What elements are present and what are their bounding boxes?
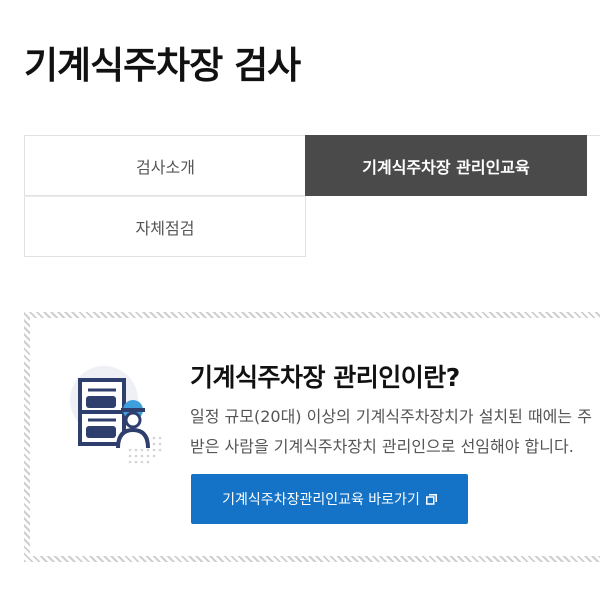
tab-self-inspection[interactable]: 자체점검 <box>24 196 306 257</box>
tab-label: 자체점검 <box>135 218 195 238</box>
manager-education-link-button[interactable]: 기계식주차장관리인교육 바로가기 <box>191 474 468 524</box>
tab-label: 검사소개 <box>136 157 195 177</box>
tab-manager-education[interactable]: 기계식주차장 관리인교육 <box>305 135 587 196</box>
parking-attendant-illustration <box>70 366 162 464</box>
button-label: 기계식주차장관리인교육 바로가기 <box>222 492 420 508</box>
tab-label: 기계식주차장 관리인교육 <box>362 157 530 177</box>
info-heading: 기계식주차장 관리인이란? <box>190 363 460 392</box>
page: 기계식주차장 검사 검사소개 기계식주차장 관리인교육 자체점검 기계식주차장 … <box>0 0 600 600</box>
description-line: 일정 규모(20대) 이상의 기계식주차장치가 설치된 때에는 주 <box>190 407 592 426</box>
page-title: 기계식주차장 검사 <box>24 44 301 87</box>
info-box: 기계식주차장 관리인이란? 일정 규모(20대) 이상의 기계식주차장치가 설치… <box>24 312 600 562</box>
external-link-icon <box>425 493 437 505</box>
tab-row-edge <box>587 135 600 196</box>
tab-inspection-intro[interactable]: 검사소개 <box>24 135 306 196</box>
description-line: 받은 사람을 기계식주차장치 관리인으로 선임해야 합니다. <box>190 437 574 456</box>
info-description: 일정 규모(20대) 이상의 기계식주차장치가 설치된 때에는 주 받은 사람을… <box>190 402 600 462</box>
